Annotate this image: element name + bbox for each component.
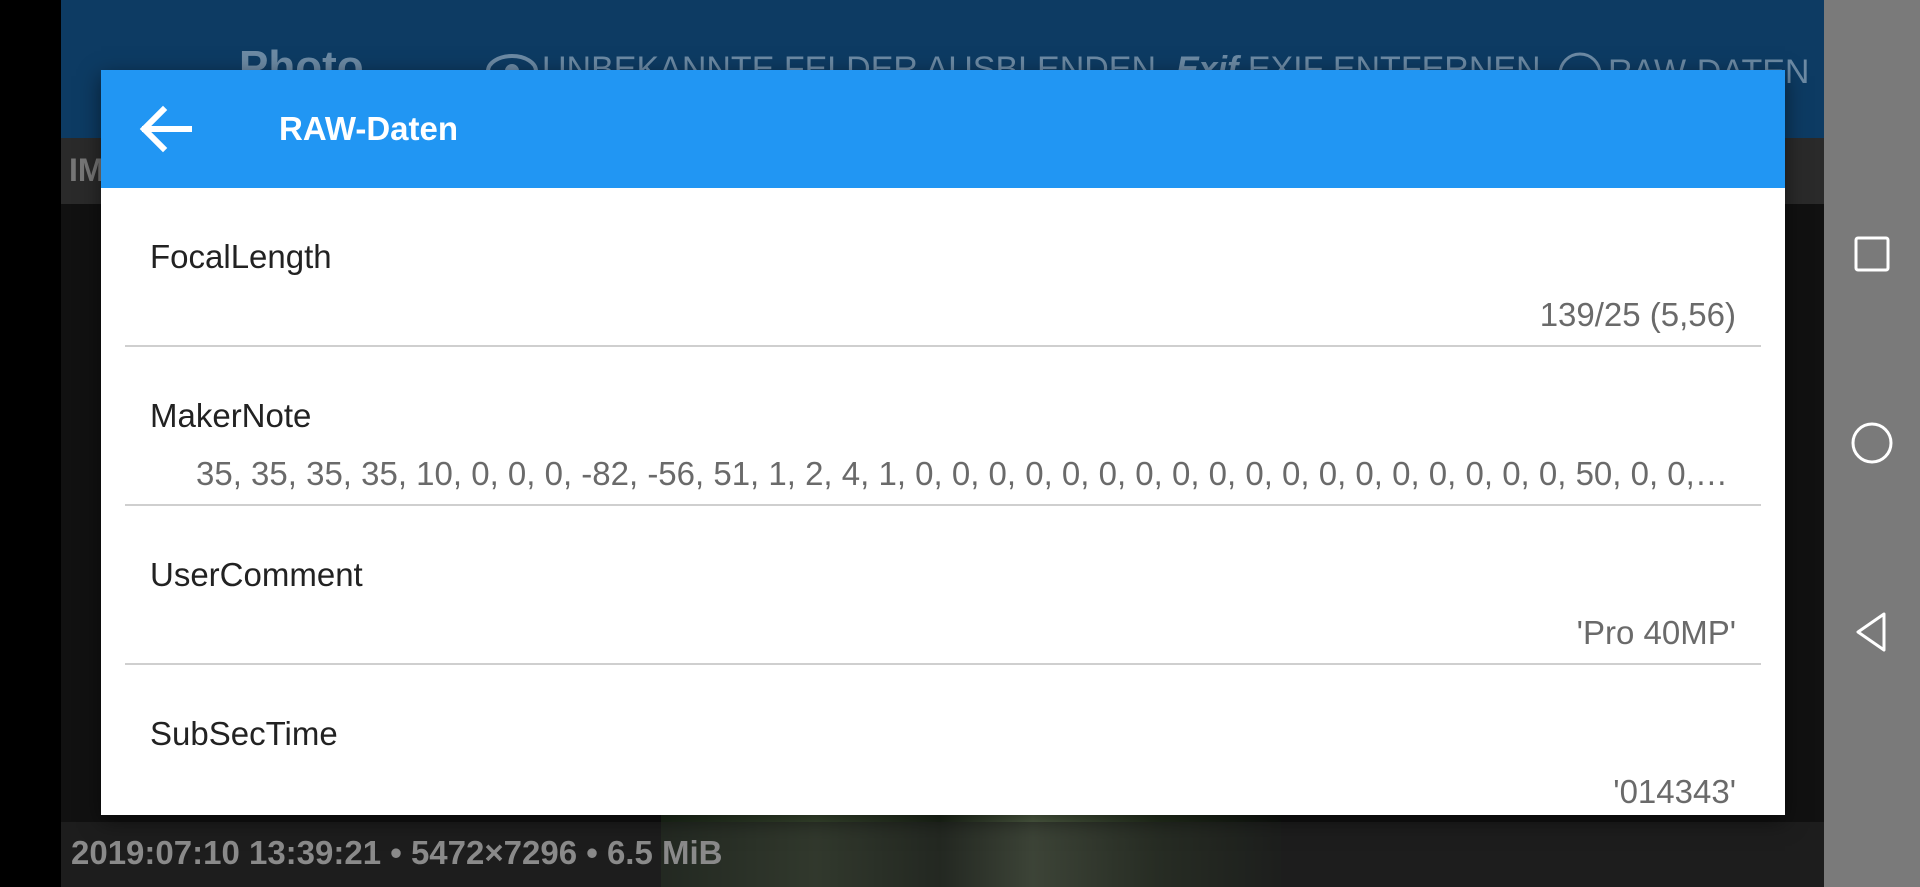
dialog-title: RAW-Daten	[279, 110, 459, 147]
home-button[interactable]	[1846, 417, 1898, 469]
back-nav-button[interactable]	[1846, 606, 1898, 658]
row-value: '014343'	[1613, 773, 1736, 810]
row-value: 139/25 (5,56)	[1539, 296, 1736, 333]
row-key: FocalLength	[150, 238, 332, 275]
navigation-bar	[1824, 0, 1920, 887]
arrow-back-icon	[139, 105, 192, 153]
row-key: UserComment	[150, 556, 363, 593]
list-item[interactable]: UserComment 'Pro 40MP'	[125, 506, 1761, 665]
raw-data-list[interactable]: FocalLength 139/25 (5,56) MakerNote 35, …	[101, 188, 1785, 815]
list-item[interactable]: FocalLength 139/25 (5,56)	[125, 188, 1761, 347]
background-status-bar: 2019:07:10 13:39:21 • 5472×7296 • 6.5 Mi…	[61, 822, 1824, 887]
row-key: SubSecTime	[150, 715, 338, 752]
background-status-text: 2019:07:10 13:39:21 • 5472×7296 • 6.5 Mi…	[71, 834, 723, 871]
back-nav-icon	[1856, 612, 1886, 652]
dialog-back-button[interactable]	[137, 100, 195, 158]
home-icon	[1851, 422, 1893, 464]
row-key: MakerNote	[150, 397, 312, 434]
raw-data-dialog: RAW-Daten FocalLength 139/25 (5,56) Make…	[101, 70, 1785, 815]
list-item[interactable]: MakerNote 35, 35, 35, 35, 10, 0, 0, 0, -…	[125, 347, 1761, 506]
dialog-header: RAW-Daten	[101, 70, 1785, 188]
recent-apps-icon	[1854, 236, 1890, 272]
recent-apps-button[interactable]	[1846, 228, 1898, 280]
row-value: 'Pro 40MP'	[1576, 614, 1736, 651]
list-item[interactable]: SubSecTime '014343'	[125, 665, 1761, 815]
row-value: 35, 35, 35, 35, 10, 0, 0, 0, -82, -56, 5…	[196, 455, 1736, 492]
background-subbar-text: IM	[69, 152, 105, 188]
